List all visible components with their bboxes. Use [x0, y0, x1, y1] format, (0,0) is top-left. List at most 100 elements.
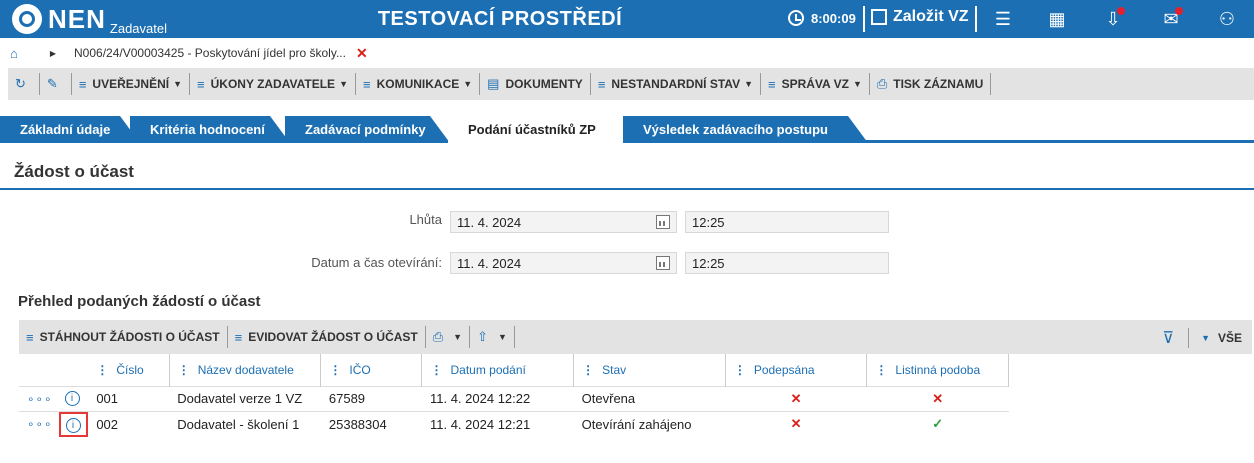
- otevirani-label: Datum a čas otevírání:: [311, 255, 442, 270]
- toolbar-tisk-zaznamu[interactable]: ⎙ TISK ZÁZNAMU: [870, 73, 992, 95]
- home-icon[interactable]: ⌂: [10, 46, 18, 61]
- close-icon[interactable]: ✕: [356, 45, 368, 62]
- lhuta-time-field[interactable]: 12:25: [685, 211, 889, 233]
- info-icon[interactable]: i: [65, 417, 81, 433]
- list-icon: ≡: [234, 329, 243, 345]
- printer-icon: ⎙: [876, 76, 888, 91]
- column-header[interactable]: ⋮ Stav: [573, 354, 726, 386]
- toolbar-ukony-zadavatele[interactable]: ≡ ÚKONY ZADAVATELE ▼: [190, 73, 356, 95]
- create-vz-button[interactable]: Založit VZ: [871, 8, 969, 26]
- requests-table: ⋮ Číslo ⋮ Název dodavatele ⋮ IČO ⋮ Datum pod…: [19, 354, 1009, 437]
- cell-stav: Otevírání zahájeno: [573, 410, 726, 437]
- cell-cislo: 001: [88, 385, 170, 411]
- refresh-icon: ↻: [15, 76, 26, 91]
- logo-text: NEN: [48, 3, 106, 34]
- toolbar-sprava-vz[interactable]: ≡ SPRÁVA VZ ▼: [761, 73, 870, 95]
- caret-down-icon: ▼: [339, 79, 348, 89]
- toolbar-label: KOMUNIKACE: [376, 77, 460, 91]
- document-icon: ▤: [487, 76, 500, 91]
- lhuta-label: Lhůta: [409, 212, 442, 227]
- info-highlight[interactable]: i: [58, 411, 88, 437]
- otevirani-time-field[interactable]: 12:25: [685, 252, 889, 274]
- cell-listinna: ✕: [866, 385, 1009, 411]
- column-header[interactable]: ⋮ Číslo: [88, 354, 170, 386]
- caret-down-icon: ▼: [852, 79, 862, 89]
- table-row[interactable]: ∘∘∘ i 001 Dodavatel verze 1 VZ 67589 11. …: [19, 385, 1009, 411]
- tab-podani-ucastniku[interactable]: Podání účastníků ZP: [448, 116, 623, 143]
- filter-all-label[interactable]: VŠE: [1218, 331, 1242, 345]
- grid-toolbar: ≡ STÁHNOUT ŽÁDOSTI O ÚČAST ≡ EVIDOVAT ŽÁDO…: [19, 320, 1252, 354]
- info-icon[interactable]: i: [64, 391, 80, 406]
- list-icon: ≡: [78, 76, 87, 92]
- toolbar-nestandardni-stav[interactable]: ≡ NESTANDARDNÍ STAV ▼: [591, 73, 761, 95]
- toolbar-label: ÚKONY ZADAVATELE: [210, 77, 336, 91]
- more-options-icon[interactable]: ∘∘∘: [27, 417, 53, 431]
- column-header[interactable]: ⋮ Název dodavatele: [169, 354, 322, 386]
- menu-icon[interactable]: ☰: [993, 9, 1013, 29]
- tab-zadavaci-podminky[interactable]: Zadávací podmínky: [285, 116, 450, 143]
- toolbar-label: NESTANDARDNÍ STAV: [611, 77, 741, 91]
- cell-podepsana: ✕: [725, 385, 867, 411]
- inbox-icon[interactable]: ⇩: [1103, 7, 1125, 29]
- lhuta-date-value: 11. 4. 2024: [457, 215, 522, 230]
- list-icon: ≡: [768, 76, 776, 92]
- cell-ico: 25388304: [320, 410, 422, 437]
- table-header-row: ⋮ Číslo ⋮ Název dodavatele ⋮ IČO ⋮ Datum pod…: [19, 354, 1009, 386]
- caret-down-icon: ▼: [173, 79, 183, 89]
- toolbar-uverejneni[interactable]: ≡ UVEŘEJNĚNÍ ▼: [72, 73, 191, 95]
- more-options-icon[interactable]: ∘∘∘: [27, 392, 53, 406]
- row-actions: ∘∘∘ i: [19, 410, 89, 437]
- filter-icon[interactable]: ⊽: [1162, 328, 1174, 348]
- breadcrumb: ⌂ ▶ N006/24/V00003425 - Poskytování jíde…: [0, 38, 1254, 68]
- table-row[interactable]: ∘∘∘ i 002 Dodavatel - školení 1 25388304 …: [19, 410, 1009, 437]
- toolbar-komunikace[interactable]: ≡ KOMUNIKACE ▼: [356, 73, 481, 95]
- register-request-button[interactable]: ≡ EVIDOVAT ŽÁDOST O ÚČAST: [228, 326, 426, 348]
- session-clock: 8:00:09: [788, 10, 856, 26]
- caret-down-icon: ▼: [463, 79, 473, 89]
- chevron-right-icon: ▶: [49, 48, 57, 58]
- logo-subtitle: Zadavatel: [109, 21, 167, 36]
- download-label: STÁHNOUT ŽÁDOSTI O ÚČAST: [39, 330, 220, 344]
- overview-title: Přehled podaných žádostí o účast: [18, 293, 261, 310]
- printer-icon: ⎙: [432, 329, 444, 344]
- nen-logo[interactable]: NEN Zadavatel: [12, 3, 167, 36]
- calendar-icon[interactable]: [656, 215, 670, 229]
- lhuta-date-field[interactable]: 11. 4. 2024: [450, 211, 677, 233]
- otevirani-date-field[interactable]: 11. 4. 2024: [450, 252, 677, 274]
- tab-kriteria-hodnoceni[interactable]: Kritéria hodnocení: [130, 116, 290, 143]
- edit-button[interactable]: ✎: [40, 73, 72, 95]
- section-title: Žádost o účast: [0, 153, 1254, 190]
- column-header[interactable]: ⋮ Listinná podoba: [866, 354, 1009, 386]
- tab-vysledek[interactable]: Výsledek zadávacího postupu: [623, 116, 868, 143]
- otevirani-date-value: 11. 4. 2024: [457, 256, 522, 271]
- cell-datum: 11. 4. 2024 12:21: [421, 410, 574, 437]
- download-requests-button[interactable]: ≡ STÁHNOUT ŽÁDOSTI O ÚČAST: [19, 326, 228, 348]
- logo-mark-icon: [12, 4, 42, 34]
- mail-icon[interactable]: ✉: [1161, 7, 1183, 29]
- cell-podepsana: ✕: [725, 410, 867, 437]
- calculator-icon[interactable]: ▦: [1047, 9, 1067, 29]
- notification-dot: [1175, 7, 1183, 15]
- clock-icon: [788, 10, 804, 26]
- column-header[interactable]: ⋮ Datum podání: [421, 354, 575, 386]
- toolbar-label: DOKUMENTY: [505, 77, 583, 91]
- list-icon: ≡: [597, 76, 606, 92]
- breadcrumb-item[interactable]: N006/24/V00003425 - Poskytování jídel pr…: [74, 46, 346, 60]
- divider: [975, 6, 977, 32]
- toolbar-label: TISK ZÁZNAMU: [893, 77, 984, 91]
- column-header[interactable]: ⋮ IČO: [320, 354, 423, 386]
- tab-zakladni-udaje[interactable]: Základní údaje: [0, 116, 140, 143]
- user-icon[interactable]: ⚇: [1217, 9, 1237, 29]
- column-header[interactable]: ⋮ Podepsána: [725, 354, 868, 386]
- edit-icon: [871, 9, 887, 25]
- calendar-icon[interactable]: [656, 256, 670, 270]
- caret-down-icon: ▼: [744, 79, 753, 89]
- pencil-icon: ✎: [46, 76, 58, 91]
- toolbar-dokumenty[interactable]: ▤ DOKUMENTY: [480, 73, 591, 95]
- print-dropdown[interactable]: ⎙ ▼: [426, 326, 471, 348]
- caret-down-icon[interactable]: ▼: [1201, 333, 1210, 343]
- top-bar: NEN Zadavatel TESTOVACÍ PROSTŘEDÍ 8:00:0…: [0, 0, 1254, 38]
- refresh-button[interactable]: ↻: [8, 73, 40, 95]
- divider: [863, 6, 865, 32]
- export-dropdown[interactable]: ⇧ ▼: [470, 326, 515, 348]
